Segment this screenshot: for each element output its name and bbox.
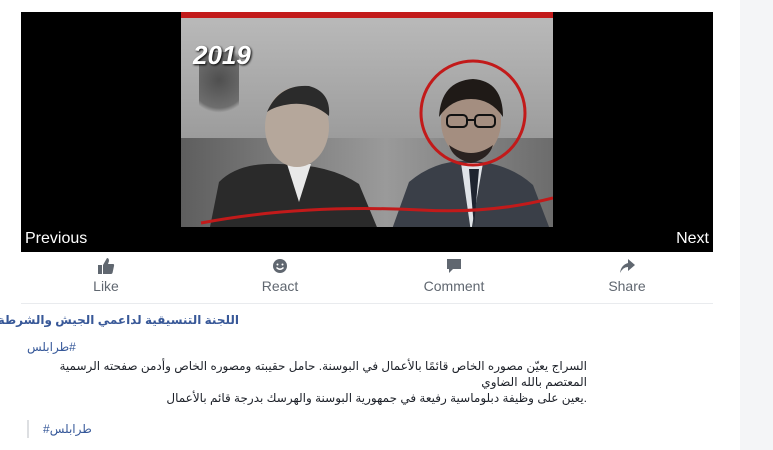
highlight-circle (419, 59, 527, 167)
post-content: اللجنة التنسيقية لداعمي الجيش والشرطة #ط… (0, 303, 713, 450)
react-label: React (261, 278, 299, 294)
share-button[interactable]: Share (577, 256, 677, 294)
right-gutter (740, 0, 773, 450)
quoted-hashtag-link[interactable]: #طرابلس (43, 422, 92, 436)
quoted-hashtag: #طرابلس (27, 420, 92, 438)
react-button[interactable]: React (230, 256, 330, 294)
photo-viewer: 2019 Previous Next (21, 12, 713, 252)
photo-year-label: 2019 (193, 40, 251, 70)
red-underline-stroke (200, 196, 553, 225)
previous-button[interactable]: Previous (25, 230, 87, 248)
share-label: Share (608, 278, 646, 294)
post-author-name[interactable]: اللجنة التنسيقية لداعمي الجيش والشرطة (0, 313, 239, 327)
like-label: Like (93, 278, 119, 294)
comment-label: Comment (423, 278, 485, 294)
next-button[interactable]: Next (676, 230, 709, 248)
comment-bubble-icon (447, 259, 461, 273)
post-photo[interactable]: 2019 (181, 12, 553, 227)
post-line: .يعين على وظيفة دبلوماسية رفيعة في جمهور… (166, 391, 587, 405)
share-arrow-icon (620, 259, 635, 273)
smile-icon (273, 259, 287, 273)
post-line: السراج يعيّن مصوره الخاص قائمًا بالأعمال… (59, 359, 587, 373)
thumbs-up-icon (98, 258, 115, 274)
post-body: السراج يعيّن مصوره الخاص قائمًا بالأعمال… (27, 358, 587, 406)
like-button[interactable]: Like (56, 256, 156, 294)
comment-button[interactable]: Comment (404, 256, 504, 294)
hashtag-link[interactable]: #طرابلس (27, 340, 76, 354)
post-line: المعتصم بالله الضاوي (481, 375, 587, 389)
page: 2019 Previous Next Like React Comment Sh… (0, 0, 773, 450)
action-bar: Like React Comment Share (21, 256, 713, 300)
